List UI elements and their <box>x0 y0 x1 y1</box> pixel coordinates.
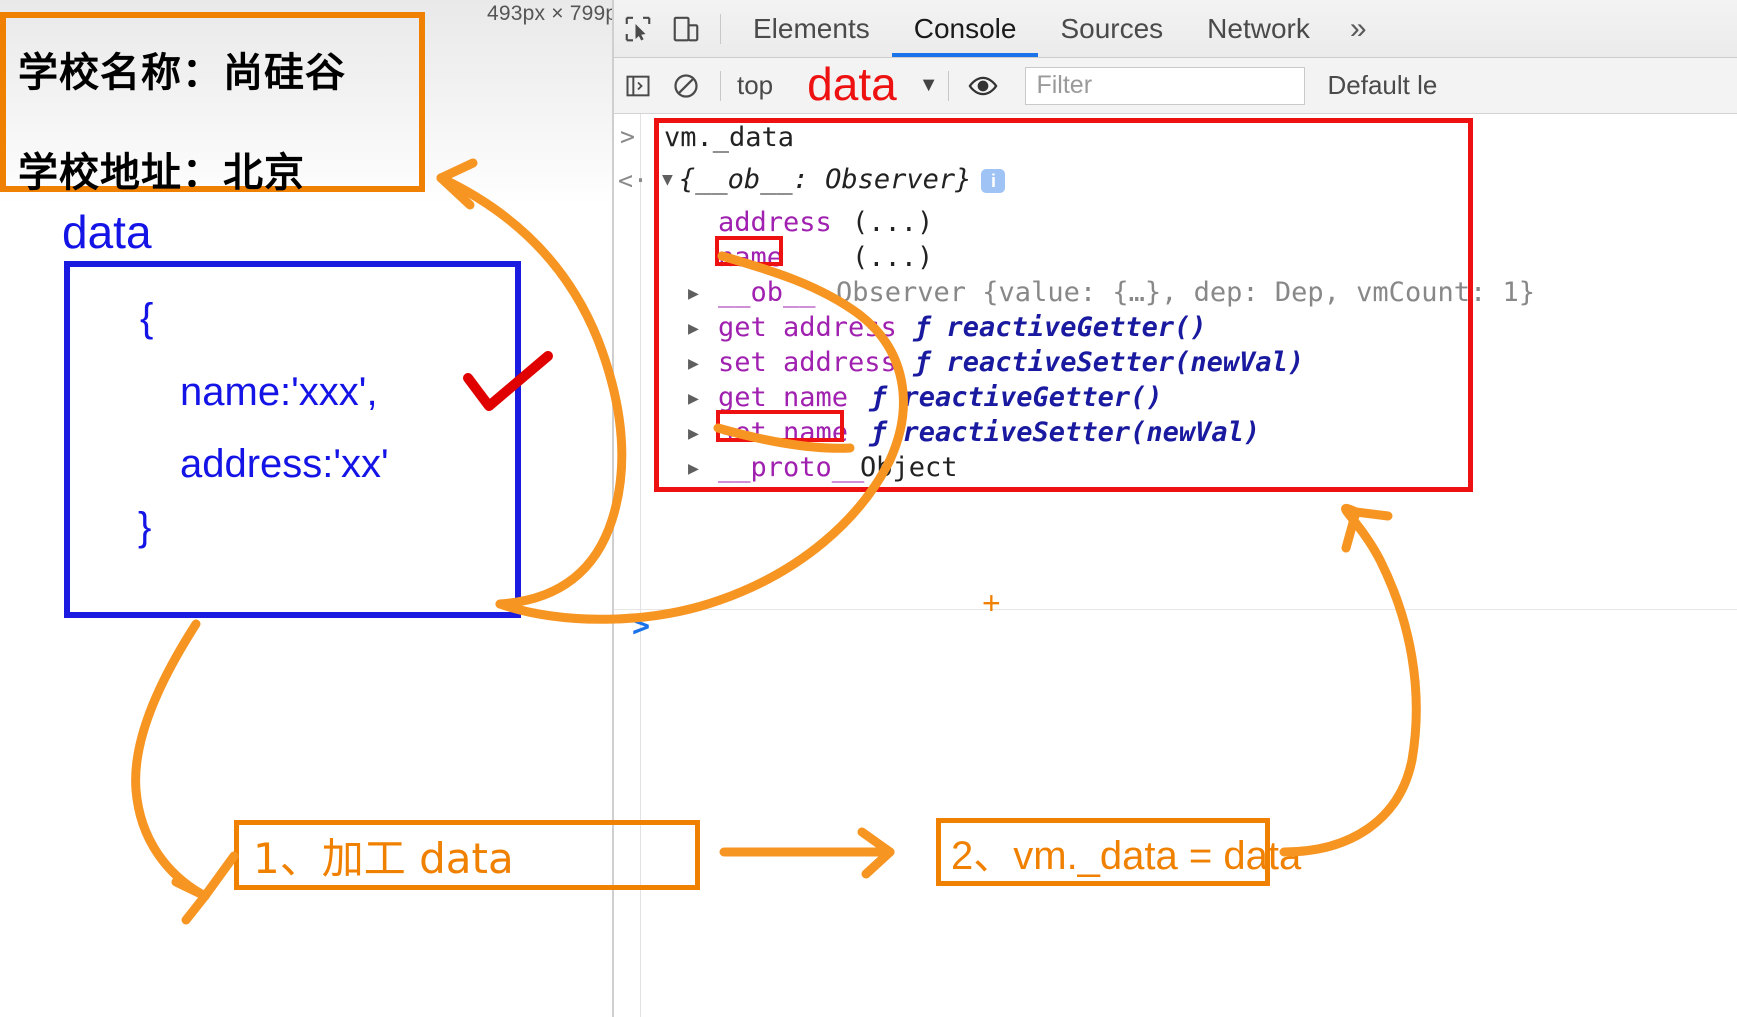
filter-input[interactable]: Filter <box>1025 66 1306 105</box>
annotation-step2-text: 2、vm._data = data <box>951 834 1302 878</box>
toolbar-separator-3 <box>948 70 950 101</box>
console-row-separator <box>614 609 1737 610</box>
code-brace-close: } <box>138 505 152 549</box>
school-address-text: 学校地址：北京 <box>18 150 305 196</box>
console-next-prompt[interactable]: > <box>632 609 650 644</box>
inspect-element-icon[interactable] <box>614 5 662 53</box>
toolbar-separator <box>720 13 721 44</box>
annotation-red-box-set-name <box>716 410 844 442</box>
element-size-badge: 493px × 799px <box>487 2 628 25</box>
annotation-step1-text: 1、加工 data <box>253 833 514 883</box>
code-brace-open: { <box>140 296 154 340</box>
console-sidebar-icon[interactable] <box>614 62 662 110</box>
chevron-down-icon[interactable]: ▼ <box>919 74 939 97</box>
toolbar-separator-2 <box>720 70 721 101</box>
screenshot-root: 493px × 799px 学校名称：尚硅谷 学校地址：北京 data { na… <box>0 0 1737 1017</box>
tab-console[interactable]: Console <box>892 0 1039 57</box>
code-name-property: name:'xxx', <box>180 370 378 414</box>
context-annotation-data: data <box>807 57 897 110</box>
more-tabs-icon[interactable]: » <box>1332 12 1385 46</box>
annotation-step2-box: 2、vm._data = data <box>936 818 1301 886</box>
console-input-prompt: > <box>620 122 636 151</box>
log-levels-selector[interactable]: Default le <box>1327 70 1437 101</box>
device-toolbar-icon[interactable] <box>662 5 710 53</box>
school-name-text: 学校名称：尚硅谷 <box>18 50 346 96</box>
annotation-red-box-name <box>715 236 783 266</box>
filter-placeholder-text: Filter <box>1036 71 1093 99</box>
tab-network[interactable]: Network <box>1185 0 1332 57</box>
data-label: data <box>62 206 152 258</box>
data-object-highlight-box <box>64 261 521 618</box>
live-expression-eye-icon[interactable] <box>959 62 1007 110</box>
code-address-property: address:'xx' <box>180 442 389 486</box>
annotation-plus-marker: + <box>982 585 1001 621</box>
tab-elements[interactable]: Elements <box>731 0 892 57</box>
tab-sources[interactable]: Sources <box>1038 0 1185 57</box>
annotation-step1-box: 1、加工 data <box>234 820 700 890</box>
console-result-prompt: <· <box>618 166 649 195</box>
console-toolbar: top data ▼ Filter Default le <box>614 58 1737 114</box>
clear-console-icon[interactable] <box>662 62 710 110</box>
execution-context-selector[interactable]: top <box>737 70 773 101</box>
devtools-tabbar: Elements Console Sources Network » <box>614 0 1737 58</box>
